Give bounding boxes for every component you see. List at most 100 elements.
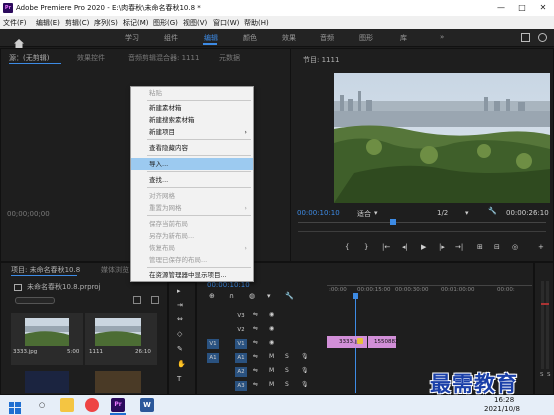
sync-lock-icon[interactable]: ⇋ — [253, 325, 258, 332]
menu-markers[interactable]: 标记(M) — [123, 18, 149, 28]
program-zoom-bar[interactable] — [298, 231, 546, 232]
program-playhead[interactable] — [390, 219, 396, 225]
mute-button[interactable]: M — [269, 353, 274, 360]
lift-icon[interactable]: ⊞ — [477, 243, 483, 251]
word-icon[interactable]: W — [140, 398, 154, 412]
workspace-graphics[interactable]: 图形 — [359, 33, 373, 43]
source-patch-v1[interactable]: V1 — [207, 339, 219, 349]
selection-tool-icon[interactable]: ▸ — [177, 287, 181, 295]
menu-graphics[interactable]: 图形(G) — [153, 18, 178, 28]
close-button[interactable]: ✕ — [536, 1, 550, 14]
fit-dropdown[interactable]: 适合 — [357, 209, 371, 219]
track-label-v2[interactable]: V2 — [235, 325, 247, 335]
menu-item-paste[interactable]: 粘贴 — [131, 87, 253, 99]
search-icon[interactable] — [538, 33, 547, 42]
workspace-effects[interactable]: 效果 — [282, 33, 296, 43]
sync-lock-icon[interactable]: ⇋ — [253, 353, 258, 360]
timeline-clip[interactable]: 1550882 — [368, 336, 399, 348]
settings-wrench-icon[interactable]: 🔧 — [488, 207, 497, 215]
meter-solo-left[interactable]: S — [540, 372, 544, 378]
menu-clip[interactable]: 剪辑(C) — [65, 18, 89, 28]
mute-button[interactable]: M — [269, 367, 274, 374]
eye-icon[interactable]: ◉ — [269, 339, 274, 346]
meter-solo-right[interactable]: S — [547, 372, 551, 378]
mark-out-icon[interactable]: } — [364, 243, 368, 251]
tab-metadata[interactable]: 元数据 — [219, 53, 240, 65]
mute-button[interactable]: M — [269, 381, 274, 388]
workspace-audio[interactable]: 音频 — [320, 33, 334, 43]
type-tool-icon[interactable]: T — [177, 375, 181, 383]
menu-help[interactable]: 帮助(H) — [244, 18, 269, 28]
track-label-v3[interactable]: V3 — [235, 311, 247, 321]
timeline-settings-wrench-icon[interactable]: 🔧 — [285, 292, 294, 300]
timeline-ruler[interactable] — [327, 285, 532, 286]
list-view-icon[interactable] — [151, 296, 159, 304]
add-button-icon[interactable]: + — [538, 243, 544, 251]
extract-icon[interactable]: ⊟ — [494, 243, 500, 251]
file-explorer-icon[interactable] — [60, 398, 74, 412]
clock-time[interactable]: 16:28 — [494, 396, 514, 404]
tab-media-browser[interactable]: 媒体浏览 — [101, 265, 129, 277]
sync-lock-icon[interactable]: ⇋ — [253, 339, 258, 346]
menu-item-view-hidden[interactable]: 查看隐藏内容 — [131, 142, 253, 154]
snap-icon[interactable]: ∩ — [229, 292, 234, 300]
eye-icon[interactable]: ◉ — [269, 311, 274, 318]
menu-item-save-layout[interactable]: 保存当前布局 — [131, 218, 253, 230]
tab-effect-controls[interactable]: 效果控件 — [77, 53, 105, 65]
sync-lock-icon[interactable]: ⇋ — [253, 367, 258, 374]
menu-item-align-to-grid[interactable]: 对齐网格 — [131, 190, 253, 202]
workspace-libraries[interactable]: 库 — [400, 33, 407, 43]
export-frame-button-icon[interactable]: ◎ — [512, 243, 518, 251]
solo-button[interactable]: S — [285, 381, 289, 388]
track-label-a3[interactable]: A3 — [235, 381, 247, 391]
menu-item-restore-layout[interactable]: 恢复布局 › — [131, 242, 253, 254]
maximize-button[interactable]: □ — [515, 1, 529, 14]
chrome-icon[interactable] — [85, 398, 99, 412]
fit-dropdown-arrow-icon[interactable]: ▾ — [374, 209, 378, 217]
menu-item-find[interactable]: 查找... — [131, 174, 253, 186]
workspace-editing[interactable]: 编辑 — [204, 33, 218, 43]
menu-file[interactable]: 文件(F) — [3, 18, 27, 28]
clock-date[interactable]: 2021/10/8 — [484, 405, 520, 413]
mic-icon[interactable]: 🎙 — [301, 381, 309, 388]
menu-item-reset-to-grid[interactable]: 重置为网格 › — [131, 202, 253, 214]
resolution-dropdown-arrow-icon[interactable]: ▾ — [465, 209, 469, 217]
menu-view[interactable]: 视图(V) — [183, 18, 207, 28]
step-back-icon[interactable]: ◂| — [402, 243, 408, 251]
program-scrub-bar[interactable] — [298, 222, 546, 223]
track-label-a2[interactable]: A2 — [235, 367, 247, 377]
project-search-input[interactable] — [15, 297, 55, 304]
menu-item-manage-layouts[interactable]: 管理已保存的布局... — [131, 254, 253, 266]
source-patch-a1[interactable]: A1 — [207, 353, 219, 363]
track-select-tool-icon[interactable]: ⇥ — [177, 301, 183, 309]
mic-icon[interactable]: 🎙 — [301, 353, 309, 360]
menu-item-new-item[interactable]: 新建项目 › — [131, 126, 253, 138]
sync-lock-icon[interactable]: ⇋ — [253, 311, 258, 318]
go-to-in-icon[interactable]: |← — [382, 243, 390, 251]
tab-audio-clip-mixer[interactable]: 音频剪辑混合器: 1111 — [128, 53, 199, 65]
track-label-v1[interactable]: V1 — [235, 339, 247, 349]
windows-start-icon[interactable] — [9, 399, 21, 414]
menu-sequence[interactable]: 序列(S) — [94, 18, 118, 28]
razor-tool-icon[interactable]: ◇ — [177, 330, 182, 338]
ripple-edit-tool-icon[interactable]: ⇔ — [177, 315, 183, 323]
add-marker-icon[interactable]: ▾ — [267, 292, 271, 300]
mark-in-icon[interactable]: { — [345, 243, 349, 251]
workspace-color[interactable]: 颜色 — [243, 33, 257, 43]
track-label-a1[interactable]: A1 — [235, 353, 247, 363]
menu-item-new-bin[interactable]: 新建素材箱 — [131, 102, 253, 114]
export-frame-icon[interactable] — [521, 33, 530, 42]
hand-tool-icon[interactable]: ✋ — [177, 360, 186, 368]
eye-icon[interactable]: ◉ — [269, 325, 274, 332]
play-icon[interactable]: ▶ — [421, 243, 426, 251]
menu-item-save-as-new-layout[interactable]: 另存为新布局... — [131, 230, 253, 242]
step-forward-icon[interactable]: |▸ — [439, 243, 445, 251]
menu-item-import[interactable]: 导入... — [131, 158, 253, 170]
home-icon[interactable] — [14, 33, 24, 48]
menu-item-reveal-in-explorer[interactable]: 在资源管理器中显示项目... — [131, 269, 253, 281]
solo-button[interactable]: S — [285, 353, 289, 360]
menu-edit[interactable]: 编辑(E) — [36, 18, 60, 28]
nest-toggle-icon[interactable]: ⊕ — [209, 292, 215, 300]
menu-window[interactable]: 窗口(W) — [213, 18, 239, 28]
new-bin-icon[interactable] — [133, 296, 141, 304]
